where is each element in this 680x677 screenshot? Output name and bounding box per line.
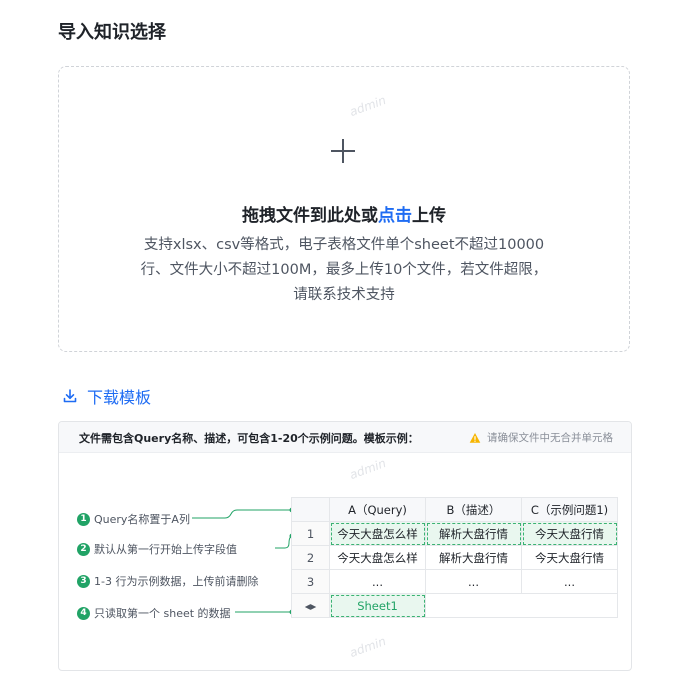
table-row: 1 今天大盘怎么样 解析大盘行情 今天大盘行情 xyxy=(291,521,618,546)
table-cell: ... xyxy=(329,569,426,594)
column-header: C（示例问题1) xyxy=(521,497,618,522)
upload-click-link[interactable]: 点击 xyxy=(378,206,412,226)
corner-cell xyxy=(291,497,330,522)
table-cell: 解析大盘行情 xyxy=(425,521,522,546)
sheet-tab-row: ◂▸ Sheet1 xyxy=(291,593,618,618)
sheet-tab: Sheet1 xyxy=(329,593,426,618)
example-header: 文件需包含Query名称、描述，可包含1-20个示例问题。模板示例： 请确保文件… xyxy=(59,422,631,453)
warning-text: 请确保文件中无合并单元格 xyxy=(487,432,613,444)
table-cell: 今天大盘怎么样 xyxy=(329,521,426,546)
example-description: 文件需包含Query名称、描述，可包含1-20个示例问题。模板示例： xyxy=(79,432,419,445)
step-text: 1-3 行为示例数据，上传前请删除 xyxy=(94,575,259,588)
step-3: 3 1-3 行为示例数据，上传前请删除 xyxy=(77,573,258,589)
column-header: B（描述） xyxy=(425,497,522,522)
upload-hint-line: 行、文件大小不超过100M，最多上传10个文件，若文件超限， xyxy=(140,262,548,278)
table-header-row: A（Query) B（描述） C（示例问题1) xyxy=(291,497,618,522)
step-text: Query名称置于A列 xyxy=(94,513,190,526)
table-cell: 今天大盘行情 xyxy=(521,545,618,570)
table-cell: 今天大盘怎么样 xyxy=(329,545,426,570)
upload-hint-line: 请联系技术支持 xyxy=(293,287,395,303)
upload-hint: 支持xlsx、csv等格式，电子表格文件单个sheet不超过10000 行、文件… xyxy=(99,233,589,308)
step-number: 1 xyxy=(77,512,90,526)
download-template-link[interactable]: 下载模板 xyxy=(62,384,151,408)
step-2: 2 默认从第一行开始上传字段值 xyxy=(77,541,237,557)
watermark: admin xyxy=(347,633,388,661)
row-number: 3 xyxy=(291,569,330,594)
step-1: 1 Query名称置于A列 xyxy=(77,511,190,527)
download-icon xyxy=(63,389,77,403)
example-table: A（Query) B（描述） C（示例问题1) 1 今天大盘怎么样 解析大盘行情… xyxy=(291,497,618,618)
table-row: 2 今天大盘怎么样 解析大盘行情 今天大盘行情 xyxy=(291,545,618,570)
step-number: 2 xyxy=(77,542,90,556)
upload-main-text: 拖拽文件到此处或点击上传 xyxy=(59,201,629,226)
example-warning: 请确保文件中无合并单元格 xyxy=(469,430,613,445)
template-example: 文件需包含Query名称、描述，可包含1-20个示例问题。模板示例： 请确保文件… xyxy=(58,421,632,671)
upload-main-prefix: 拖拽文件到此处或 xyxy=(242,206,378,226)
upload-main-suffix: 上传 xyxy=(412,206,446,226)
download-label: 下载模板 xyxy=(87,388,152,407)
table-cell: 解析大盘行情 xyxy=(425,545,522,570)
step-number: 3 xyxy=(77,574,90,588)
step-number: 4 xyxy=(77,606,90,620)
upload-hint-line: 支持xlsx、csv等格式，电子表格文件单个sheet不超过10000 xyxy=(143,237,545,253)
step-text: 只读取第一个 sheet 的数据 xyxy=(94,607,231,620)
table-cell: 今天大盘行情 xyxy=(521,521,618,546)
table-cell: ... xyxy=(425,569,522,594)
table-row: 3 ... ... ... xyxy=(291,569,618,594)
step-text: 默认从第一行开始上传字段值 xyxy=(94,543,237,556)
watermark: admin xyxy=(347,455,388,483)
page-title: 导入知识选择 xyxy=(58,22,166,43)
watermark: admin xyxy=(347,92,388,120)
plus-icon[interactable] xyxy=(331,139,355,163)
upload-dropzone[interactable]: admin 拖拽文件到此处或点击上传 支持xlsx、csv等格式，电子表格文件单… xyxy=(58,66,630,352)
empty-tab-area xyxy=(425,593,522,618)
row-number: 1 xyxy=(291,521,330,546)
step-4: 4 只读取第一个 sheet 的数据 xyxy=(77,605,231,621)
column-header: A（Query) xyxy=(329,497,426,522)
warning-icon xyxy=(469,432,481,443)
sheet-nav-arrows-icon: ◂▸ xyxy=(291,593,330,618)
row-number: 2 xyxy=(291,545,330,570)
empty-tab-area xyxy=(521,593,618,618)
table-cell: ... xyxy=(521,569,618,594)
